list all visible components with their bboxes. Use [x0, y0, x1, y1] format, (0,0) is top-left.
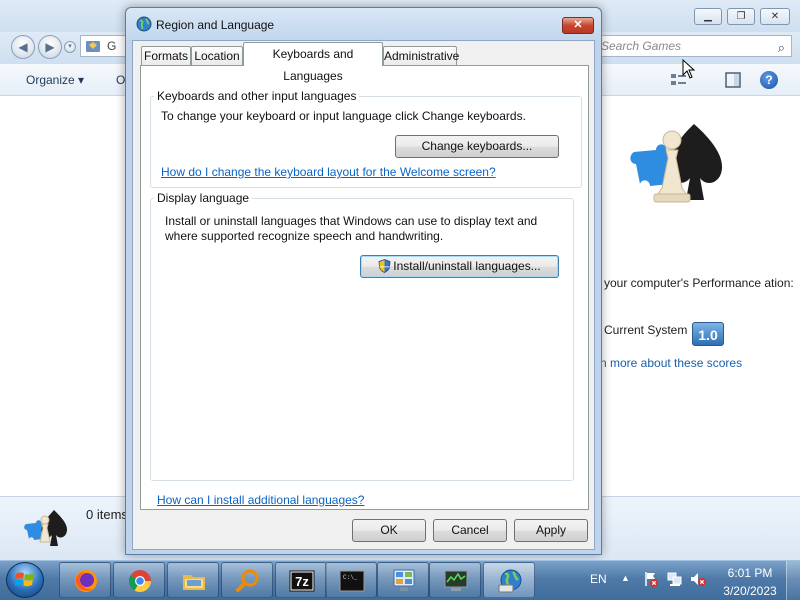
7zip-icon: 7z [289, 570, 315, 592]
toolbar-partial-item[interactable]: O [116, 73, 125, 87]
games-small-icon [24, 510, 68, 546]
chrome-icon [129, 570, 151, 592]
display-language-description: Install or uninstall languages that Wind… [165, 214, 538, 243]
welcome-screen-keyboard-link[interactable]: How do I change the keyboard layout for … [161, 165, 496, 179]
organize-menu[interactable]: Organize ▾ [26, 73, 84, 87]
tab-administrative[interactable]: Administrative [383, 46, 459, 66]
svg-text:7z: 7z [295, 574, 309, 589]
taskbar-region-language[interactable] [483, 562, 535, 598]
address-text: G [107, 39, 117, 53]
tab-formats[interactable]: Formats [141, 46, 191, 66]
minimize-button[interactable]: ▁ [694, 8, 722, 25]
region-language-icon [498, 569, 522, 593]
display-language-group-title: Display language [154, 191, 253, 205]
taskbar-command-prompt[interactable]: C:\_ [325, 562, 377, 598]
item-count-label: 0 items [86, 507, 128, 522]
mouse-cursor-icon [682, 59, 696, 79]
games-artwork-icon [630, 124, 723, 203]
keyboards-languages-panel: Keyboards and other input languages To c… [140, 65, 589, 510]
volume-muted-icon[interactable] [690, 571, 706, 587]
ok-button[interactable]: OK [352, 519, 426, 542]
current-system-label: Current System [604, 323, 688, 337]
recent-pages-button[interactable]: ▾ [64, 41, 76, 53]
performance-info-text: your computer's Performance ation: [604, 276, 794, 290]
windows-logo-icon [15, 572, 34, 587]
taskbar-7zip[interactable]: 7z [275, 562, 327, 598]
clock-date[interactable]: 3/20/2023 [718, 584, 782, 598]
region-language-dialog: Region and Language ✕ Formats Location K… [125, 7, 602, 555]
preview-pane-icon[interactable] [724, 72, 742, 88]
keyboards-group-title: Keyboards and other input languages [154, 89, 360, 103]
clock-time[interactable]: 6:01 PM [725, 566, 775, 580]
cancel-button[interactable]: Cancel [433, 519, 507, 542]
forward-button[interactable]: ▶ [38, 35, 62, 59]
help-icon[interactable]: ? [760, 71, 778, 89]
taskbar-chrome[interactable] [113, 562, 165, 598]
taskbar-file-explorer[interactable] [167, 562, 219, 598]
svg-text:C:\_: C:\_ [343, 574, 358, 581]
dialog-titlebar[interactable]: Region and Language ✕ [126, 8, 601, 40]
dialog-body: Formats Location Keyboards and Languages… [132, 40, 595, 550]
tab-keyboards-and-languages[interactable]: Keyboards and Languages [243, 42, 383, 83]
search-box[interactable]: Search Games ⌕ [596, 35, 792, 57]
search-placeholder: Search Games [601, 39, 682, 53]
games-folder-icon [86, 41, 100, 52]
command-prompt-icon: C:\_ [339, 570, 365, 592]
install-uninstall-languages-button[interactable]: Install/uninstall languages... [360, 255, 559, 278]
install-additional-languages-link[interactable]: How can I install additional languages? [157, 493, 364, 507]
show-hidden-icons-button[interactable]: ▲ [621, 573, 630, 583]
uac-shield-icon [378, 259, 391, 273]
experience-score-badge: 1.0 [692, 322, 724, 346]
taskbar-firefox[interactable] [59, 562, 111, 598]
control-panel-icon [393, 569, 415, 591]
system-monitor-icon [444, 570, 468, 591]
learn-more-scores-link[interactable]: rn more about these scores [596, 356, 796, 370]
show-desktop-button[interactable] [786, 561, 800, 600]
navigation-pane [8, 96, 128, 496]
tab-location[interactable]: Location [191, 46, 243, 66]
action-center-flag-icon[interactable] [643, 571, 659, 587]
network-icon[interactable] [667, 571, 683, 587]
maximize-button[interactable]: ❐ [727, 8, 755, 25]
search-icon[interactable]: ⌕ [778, 38, 785, 58]
taskbar-search-tool[interactable] [221, 562, 273, 598]
apply-button[interactable]: Apply [514, 519, 588, 542]
firefox-icon [75, 570, 97, 592]
back-button[interactable]: ◀ [11, 35, 35, 59]
taskbar-control-panel[interactable] [377, 562, 429, 598]
change-keyboards-button[interactable]: Change keyboards... [395, 135, 559, 158]
search-magnifier-icon [236, 569, 259, 592]
file-explorer-icon [183, 575, 205, 590]
dialog-title: Region and Language [156, 18, 275, 32]
input-language-indicator[interactable]: EN [590, 572, 607, 586]
install-uninstall-label: Install/uninstall languages... [393, 259, 541, 273]
keyboards-description: To change your keyboard or input languag… [161, 109, 526, 123]
explorer-close-button[interactable]: ✕ [760, 8, 790, 25]
globe-icon [136, 16, 152, 32]
taskbar-system-monitor[interactable] [429, 562, 481, 598]
dialog-close-button[interactable]: ✕ [562, 17, 594, 34]
address-bar[interactable]: G [80, 35, 130, 57]
